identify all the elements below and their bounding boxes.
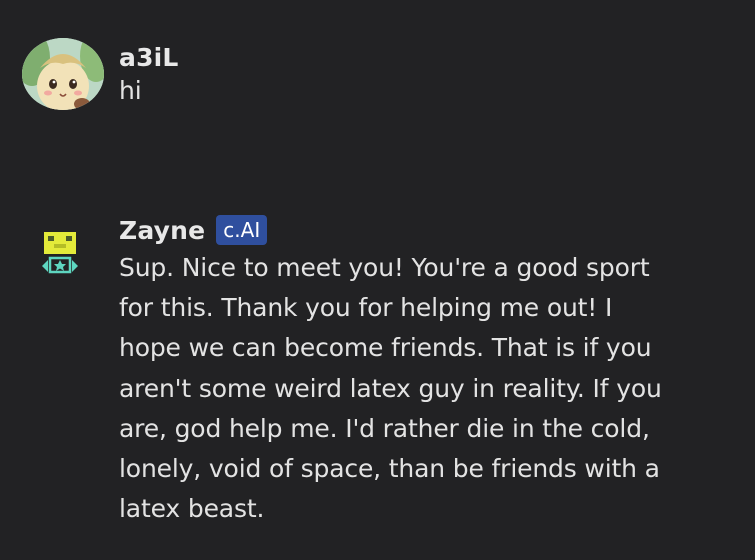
message-text: hi (119, 76, 142, 105)
message-author: Zayne (119, 215, 206, 245)
robot-avatar-icon (42, 232, 78, 274)
leafeon-avatar-icon (22, 38, 104, 110)
message-text: Sup. Nice to meet you! You're a good spo… (119, 253, 662, 524)
user-avatar[interactable] (22, 38, 104, 110)
message-author: a3iL (119, 42, 179, 72)
ai-badge: c.AI (216, 215, 268, 245)
bot-avatar[interactable] (38, 230, 82, 278)
